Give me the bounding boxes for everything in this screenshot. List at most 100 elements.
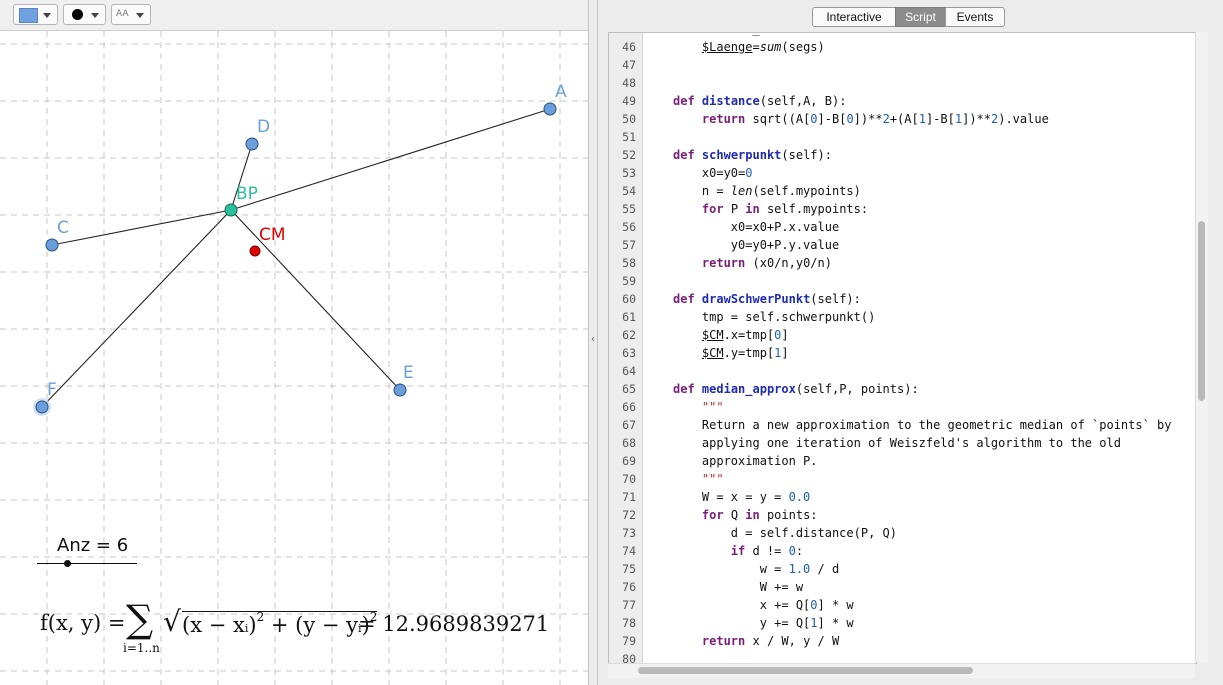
- code-line[interactable]: 61 tmp = self.schwerpunkt(): [609, 308, 1196, 326]
- code-line[interactable]: 52 def schwerpunkt(self):: [609, 146, 1196, 164]
- code-line[interactable]: 50 return sqrt((A[0]-B[0])**2+(A[1]-B[1]…: [609, 110, 1196, 128]
- code-line[interactable]: 73 d = self.distance(P, Q): [609, 524, 1196, 542]
- code-line[interactable]: 70 """: [609, 470, 1196, 488]
- slider-anz-handle[interactable]: [64, 560, 71, 567]
- slider-anz-label: Anz = 6: [57, 535, 129, 556]
- code-lines: s.label_visible=False46 $Laenge=sum(segs…: [609, 33, 1196, 663]
- graphics-view[interactable]: AA A D BP C CM E F Anz = 6 f(x, y) = ∑ i=1..n …: [0, 0, 588, 685]
- code-line[interactable]: 51: [609, 128, 1196, 146]
- line-number: 49: [622, 94, 636, 108]
- code-line[interactable]: 60 def drawSchwerPunkt(self):: [609, 290, 1196, 308]
- code-line[interactable]: 65 def median_approx(self,P, points):: [609, 380, 1196, 398]
- code-line[interactable]: 58 return (x0/n,y0/n): [609, 254, 1196, 272]
- line-number: 53: [622, 166, 636, 180]
- line-number: 48: [622, 76, 636, 90]
- code-line[interactable]: 63 $CM.y=tmp[1]: [609, 344, 1196, 362]
- code-line[interactable]: 49 def distance(self,A, B):: [609, 92, 1196, 110]
- drag-handle-icon[interactable]: ‹: [591, 334, 595, 345]
- code-text: def schwerpunkt(self):: [673, 148, 832, 162]
- tab-interactive[interactable]: Interactive: [812, 7, 896, 27]
- point-bp[interactable]: [224, 203, 238, 217]
- code-line[interactable]: 80: [609, 650, 1196, 663]
- line-number: 46: [622, 40, 636, 54]
- horizontal-scroll-thumb[interactable]: [638, 667, 973, 674]
- code-text: return (x0/n,y0/n): [701, 256, 832, 270]
- slider-anz-track[interactable]: [37, 563, 137, 564]
- code-text: def drawSchwerPunkt(self):: [673, 292, 861, 306]
- segment-bp-e[interactable]: [230, 209, 401, 391]
- line-number: 60: [622, 292, 636, 306]
- line-number: 59: [622, 274, 636, 288]
- code-text: W += w: [673, 580, 804, 594]
- sum-symbol: ∑: [126, 597, 154, 641]
- code-line[interactable]: 64: [609, 362, 1196, 380]
- code-text: """: [701, 472, 724, 486]
- code-line[interactable]: 47: [609, 56, 1196, 74]
- tab-script[interactable]: Script: [895, 7, 946, 27]
- code-line[interactable]: 72 for Q in points:: [609, 506, 1196, 524]
- color-style-button[interactable]: [13, 4, 58, 25]
- line-number: 63: [622, 346, 636, 360]
- split-pane-divider[interactable]: ‹: [588, 0, 598, 685]
- point-e[interactable]: [393, 383, 407, 397]
- code-line[interactable]: 57 y0=y0+P.y.value: [609, 236, 1196, 254]
- code-line[interactable]: 59: [609, 272, 1196, 290]
- code-line[interactable]: 46 $Laenge=sum(segs): [609, 38, 1196, 56]
- line-number: 67: [622, 418, 636, 432]
- segment-bp-a[interactable]: [230, 108, 551, 211]
- code-text: """: [701, 400, 724, 414]
- code-text: return sqrt((A[0]-B[0])**2+(A[1]-B[1])**…: [701, 112, 1049, 126]
- point-d[interactable]: [245, 137, 259, 151]
- vertical-scrollbar[interactable]: [1195, 32, 1208, 662]
- label-style-button[interactable]: AA: [111, 4, 151, 25]
- point-label-e: E: [403, 363, 414, 383]
- code-line[interactable]: 76 W += w: [609, 578, 1196, 596]
- code-line[interactable]: 67 Return a new approximation to the geo…: [609, 416, 1196, 434]
- vertical-scroll-thumb[interactable]: [1198, 221, 1205, 401]
- point-label-c: C: [57, 218, 69, 238]
- code-line[interactable]: 77 x += Q[0] * w: [609, 596, 1196, 614]
- code-line[interactable]: 75 w = 1.0 / d: [609, 560, 1196, 578]
- code-line[interactable]: 56 x0=x0+P.x.value: [609, 218, 1196, 236]
- code-line[interactable]: 66 """: [609, 398, 1196, 416]
- point-label-a: A: [555, 82, 567, 102]
- point-a[interactable]: [543, 102, 557, 116]
- code-line[interactable]: 78 y += Q[1] * w: [609, 614, 1196, 632]
- code-line[interactable]: 55 for P in self.mypoints:: [609, 200, 1196, 218]
- code-text: def distance(self,A, B):: [673, 94, 847, 108]
- code-line[interactable]: 48: [609, 74, 1196, 92]
- code-text: if d != 0:: [730, 544, 804, 558]
- code-text: x0=x0+P.x.value: [673, 220, 840, 234]
- line-number: 68: [622, 436, 636, 450]
- line-number: 76: [622, 580, 636, 594]
- code-line[interactable]: 74 if d != 0:: [609, 542, 1196, 560]
- code-line[interactable]: 68 applying one iteration of Weiszfeld's…: [609, 434, 1196, 452]
- formula-result: = 12.9689839271: [358, 612, 550, 636]
- point-label-bp: BP: [236, 184, 258, 204]
- line-number: 55: [622, 202, 636, 216]
- line-number: 77: [622, 598, 636, 612]
- geometry-canvas[interactable]: A D BP C CM E F: [0, 31, 588, 685]
- tab-events[interactable]: Events: [945, 7, 1005, 27]
- line-number: 73: [622, 526, 636, 540]
- point-style-button[interactable]: [63, 4, 106, 25]
- code-line[interactable]: 69 approximation P.: [609, 452, 1196, 470]
- point-label-f: F: [47, 380, 57, 400]
- code-line[interactable]: 53 x0=y0=0: [609, 164, 1196, 182]
- sum-index: i=1..n: [123, 641, 160, 655]
- point-label-d: D: [257, 117, 270, 137]
- code-line[interactable]: 71 W = x = y = 0.0: [609, 488, 1196, 506]
- point-cm[interactable]: [249, 245, 261, 257]
- segment-bp-f[interactable]: [41, 209, 232, 408]
- code-line[interactable]: 62 $CM.x=tmp[0]: [609, 326, 1196, 344]
- code-text: approximation P.: [673, 454, 818, 468]
- line-number: 54: [622, 184, 636, 198]
- horizontal-scrollbar[interactable]: [608, 663, 1195, 678]
- chevron-down-icon: [136, 13, 144, 18]
- code-line[interactable]: 79 return x / W, y / W: [609, 632, 1196, 650]
- code-editor[interactable]: s.label_visible=False46 $Laenge=sum(segs…: [608, 32, 1197, 664]
- point-c[interactable]: [45, 238, 59, 252]
- line-number: 64: [622, 364, 636, 378]
- code-line[interactable]: 54 n = len(self.mypoints): [609, 182, 1196, 200]
- point-f[interactable]: [35, 400, 49, 414]
